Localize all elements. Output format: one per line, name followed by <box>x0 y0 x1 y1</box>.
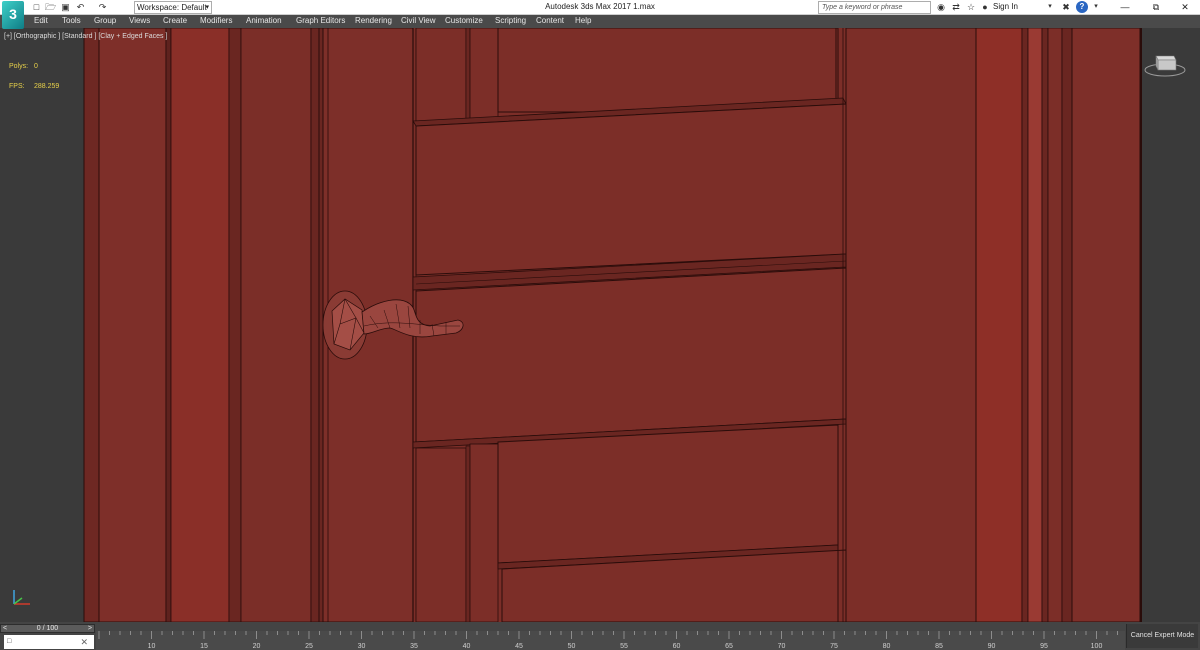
sign-in-link[interactable]: Sign In <box>993 2 1018 11</box>
fps-stat: FPS: 288.259 <box>9 83 59 90</box>
menu-group[interactable]: Group <box>94 16 116 25</box>
door-panel-upper <box>415 103 847 276</box>
menu-bar: Edit Tools Group Views Create Modifiers … <box>0 15 1200 28</box>
minimize-button[interactable]: — <box>1108 0 1142 14</box>
track-tick-label: 55 <box>620 643 628 650</box>
cancel-expert-mode-button[interactable]: Cancel Expert Mode <box>1126 624 1198 648</box>
workspace-label: Workspace: Default <box>137 3 207 12</box>
viewport[interactable]: [+] [Orthographic ] [Standard ] [Clay + … <box>0 28 1200 622</box>
menu-views[interactable]: Views <box>129 16 150 25</box>
redo-icon[interactable]: ↷ <box>97 2 108 12</box>
frame-right-casing <box>1071 28 1141 622</box>
track-tick-label: 20 <box>253 643 261 650</box>
track-tick-label: 30 <box>358 643 366 650</box>
polys-stat: Polys: 0 <box>9 63 38 70</box>
track-tick-label: 45 <box>515 643 523 650</box>
viewcube-icon[interactable] <box>1143 50 1187 80</box>
user-icon[interactable]: ● <box>979 1 991 13</box>
menu-rendering[interactable]: Rendering <box>355 16 392 25</box>
track-tick-label: 100 <box>1091 643 1103 650</box>
time-slider[interactable]: < 0 / 100 > <box>0 624 95 633</box>
close-icon[interactable]: ✕ <box>80 635 88 649</box>
help-icon[interactable]: ? <box>1076 1 1088 13</box>
track-tick-label: 40 <box>463 643 471 650</box>
frame-right-trim <box>975 28 1023 622</box>
chevron-left-icon[interactable]: < <box>3 625 7 632</box>
door-stile-right <box>845 28 977 622</box>
track-tick-label: 95 <box>1040 643 1048 650</box>
title-bar: Autodesk 3ds Max 2017 1.max □ 🗁 ▣ ↶ ↷ Wo… <box>0 0 1200 15</box>
track-tick-label: 75 <box>830 643 838 650</box>
track-tick-label: 80 <box>883 643 891 650</box>
search-input[interactable]: Type a keyword or phrase <box>818 1 931 14</box>
listener-text: □ <box>7 638 12 645</box>
frame-right-highlight <box>1027 28 1043 622</box>
track-bar[interactable]: 10 15 20 25 30 35 40 45 50 55 60 65 70 75 80 85 90 95 100 <box>96 631 1125 650</box>
track-tick-label: 50 <box>568 643 576 650</box>
frame-left-stop <box>310 28 324 622</box>
track-tick-label: 25 <box>305 643 313 650</box>
menu-create[interactable]: Create <box>163 16 187 25</box>
close-x-icon[interactable]: ✖ <box>1060 1 1072 13</box>
fps-label: FPS: <box>9 83 25 90</box>
menu-civil-view[interactable]: Civil View <box>401 16 436 25</box>
polys-label: Polys: <box>9 63 29 70</box>
menu-content[interactable]: Content <box>536 16 564 25</box>
frame-left-trim <box>170 28 230 622</box>
close-button[interactable]: ✕ <box>1168 0 1200 14</box>
track-tick-label: 15 <box>200 643 208 650</box>
menu-edit[interactable]: Edit <box>34 16 48 25</box>
menu-animation[interactable]: Animation <box>246 16 282 25</box>
scene-render <box>83 28 1142 622</box>
chevron-down-icon: ▾ <box>205 4 209 11</box>
binoculars-icon[interactable]: ◉ <box>935 1 947 13</box>
save-icon[interactable]: ▣ <box>60 2 71 12</box>
track-tick-label: 60 <box>673 643 681 650</box>
door-panel-bottom-left <box>415 447 467 622</box>
door-panel-bottom <box>497 424 839 564</box>
door-panel-top <box>497 28 839 113</box>
frame-left-edge <box>83 28 100 622</box>
menu-modifiers[interactable]: Modifiers <box>200 16 232 25</box>
track-tick-label: 65 <box>725 643 733 650</box>
frame-left-casing <box>240 28 312 622</box>
menu-graph-editors[interactable]: Graph Editors <box>296 16 345 25</box>
axis-tripod-icon <box>13 590 30 605</box>
fps-value: 288.259 <box>34 83 60 90</box>
workspace-select[interactable]: Workspace: Default ▾ <box>134 1 212 14</box>
chevron-down-icon[interactable]: ▾ <box>1044 1 1056 13</box>
chevron-right-icon[interactable]: > <box>88 625 92 632</box>
time-slider-value: 0 / 100 <box>36 625 59 632</box>
new-file-icon[interactable]: □ <box>31 2 42 12</box>
frame-left-groove <box>165 28 172 622</box>
polys-value: 0 <box>34 63 38 70</box>
track-tick-label: 85 <box>935 643 943 650</box>
undo-icon[interactable]: ↶ <box>75 2 86 12</box>
app-window: Autodesk 3ds Max 2017 1.max □ 🗁 ▣ ↶ ↷ Wo… <box>0 0 1200 650</box>
chevron-down-icon[interactable]: ▾ <box>1090 1 1102 13</box>
exchange-icon[interactable]: ⇄ <box>950 1 962 13</box>
track-tick-label: 90 <box>988 643 996 650</box>
menu-scripting[interactable]: Scripting <box>495 16 526 25</box>
frame-left-groove <box>228 28 242 622</box>
timeline-bar: < 0 / 100 > □ ✕ 10 15 20 25 30 35 40 45 50 55 60 65… <box>0 622 1200 650</box>
menu-tools[interactable]: Tools <box>62 16 81 25</box>
track-tick-label: 10 <box>148 643 156 650</box>
viewport-label[interactable]: [+] [Orthographic ] [Standard ] [Clay + … <box>4 33 167 40</box>
star-icon[interactable]: ☆ <box>965 1 977 13</box>
track-tick-label: 70 <box>778 643 786 650</box>
menu-customize[interactable]: Customize <box>445 16 483 25</box>
frame-left-panel <box>98 28 167 622</box>
open-folder-icon[interactable]: 🗁 <box>45 2 56 12</box>
door-panel-top-left <box>415 28 467 124</box>
door-panel-middle <box>415 267 847 443</box>
track-tick-label: 35 <box>410 643 418 650</box>
menu-help[interactable]: Help <box>575 16 591 25</box>
app-logo-icon[interactable]: 3 <box>2 1 24 29</box>
maxscript-listener[interactable]: □ ✕ <box>4 635 94 649</box>
